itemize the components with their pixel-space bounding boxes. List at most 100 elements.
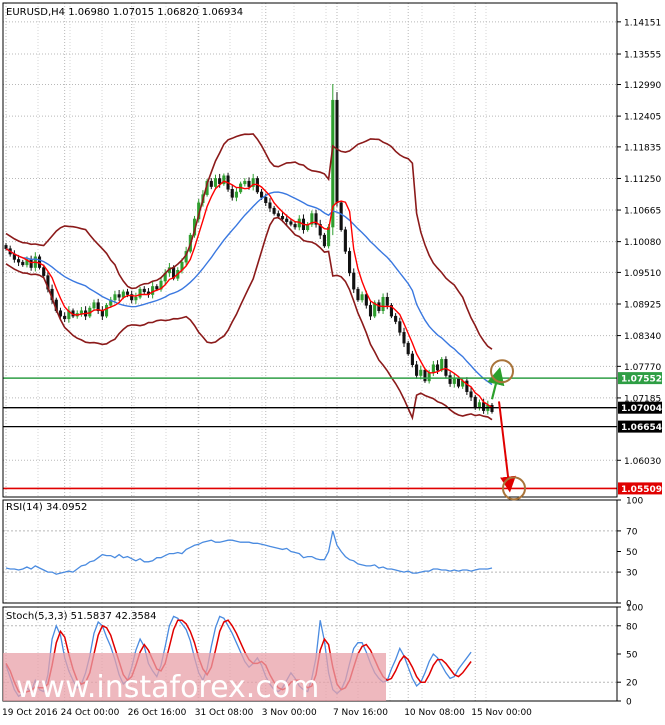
rsi-grid [3,500,617,603]
level-tag-label: 1.07552 [621,375,662,385]
candle-bear [100,310,104,317]
candle-bear [209,180,213,187]
price-y-tick: 1.12405 [624,113,661,123]
candle-bear [4,245,8,249]
candle-bear [473,396,477,409]
candle-bear [17,259,21,263]
candle-bull [243,180,247,185]
candle-bear [435,364,440,371]
candle-bull [113,294,117,301]
candle-bear [444,359,448,376]
candle-bull [234,191,238,198]
candle-bear [339,202,343,231]
candle-bear [272,207,276,214]
annotations [487,359,526,501]
level-tag-label: 1.05509 [621,485,662,495]
x-tick-label: 31 Oct 08:00 [195,708,254,718]
candle-bear [398,321,402,333]
candle-bear [268,202,272,209]
candle-bull [151,286,155,295]
candle-bear [465,380,469,392]
candle-bear [385,296,389,306]
candle-bull [105,305,109,317]
chart-canvas[interactable]: 1.14151 1.13555 1.12990 1.12405 1.11835 1.112… [0,0,665,721]
watermark: www.instaforex.com [3,653,386,705]
price-y-tick: 1.06030 [624,457,661,467]
x-tick-label: 10 Nov 08:00 [404,708,465,718]
candle-bull [360,294,364,301]
bollinger-lower [5,216,493,421]
price-y-tick: 1.08925 [624,300,661,310]
price-y-tick: 1.11250 [624,175,661,185]
price-y-tick: 1.13555 [624,51,661,61]
candle-bear [348,251,352,274]
candle-bull [121,291,125,298]
x-tick-label: 7 Nov 16:00 [333,708,388,718]
candle-bull [419,369,423,376]
candle-bear [469,391,473,398]
candle-bear [285,218,289,222]
rsi-y-tick: 30 [626,569,638,579]
chart-window: 1.14151 1.13555 1.12990 1.12405 1.11835 1.112… [0,0,665,721]
candle-bear [125,291,130,295]
price-y-tick: 1.07770 [624,363,661,373]
price-y-tick: 1.12990 [624,81,661,91]
arrow-down-red [498,401,516,493]
candle-bear [406,342,410,355]
moving-average-red [5,180,493,409]
candle-bear [37,256,42,268]
watermark-text: www.instaforex.com [16,670,319,705]
stoch-panel-title: Stoch(5,3,3) 51.5837 42.3584 [6,611,157,622]
candle-bull [138,288,142,298]
candle-bear [415,364,419,376]
candle-bear [117,294,121,298]
x-tick-label: 15 Nov 00:00 [471,708,532,718]
rsi-line [5,530,493,575]
candle-bull [79,310,83,314]
x-tick-label: 26 Oct 16:00 [128,708,187,718]
candle-bear [142,288,146,293]
x-tick-label: 19 Oct 2016 [2,708,58,718]
candle-bull [431,364,435,374]
price-panel-title: EURUSD,H4 1.06980 1.07015 1.06820 1.0693… [6,7,243,18]
panel-frames [2,2,618,702]
candle-bear [230,189,234,198]
candle-bear [364,294,368,306]
candle-bull [92,302,96,309]
candle-bear [29,259,33,268]
candle-bear [58,310,63,317]
candle-bear [293,224,297,228]
price-y-tick: 1.10665 [624,207,661,217]
x-tick-label: 24 Oct 00:00 [61,708,120,718]
price-panel[interactable] [3,83,617,490]
candle-bear [280,216,285,220]
candle-bear [63,315,67,320]
candle-bear [356,288,360,301]
rsi-panel[interactable] [5,530,493,575]
candle-bear [260,191,264,198]
candle-bear [276,213,280,217]
candle-bear [402,332,406,344]
candle-bear [410,353,414,365]
rsi-y-tick: 70 [626,527,638,537]
candle-bull [427,372,431,382]
candle-bear [21,261,25,266]
price-y-tick: 1.14151 [624,18,661,28]
candle-bull [440,359,444,371]
level-tag-label: 1.07004 [621,404,662,414]
candle-bear [247,180,251,187]
candle-bear [343,229,347,252]
main-frame [2,2,618,498]
rsi-panel-title: RSI(14) 34.0952 [6,502,87,513]
candle-bear [42,267,46,276]
candle-bear [482,402,486,411]
stoch-y-tick: 80 [626,622,638,632]
price-y-tick: 1.09510 [624,269,661,279]
candle-bear [322,234,326,247]
candle-bear [264,197,268,204]
candle-bull [213,178,218,187]
candle-bear [394,315,398,322]
candle-bear [218,178,222,185]
price-y-tick: 1.08340 [624,332,661,342]
candle-bear [368,305,373,317]
